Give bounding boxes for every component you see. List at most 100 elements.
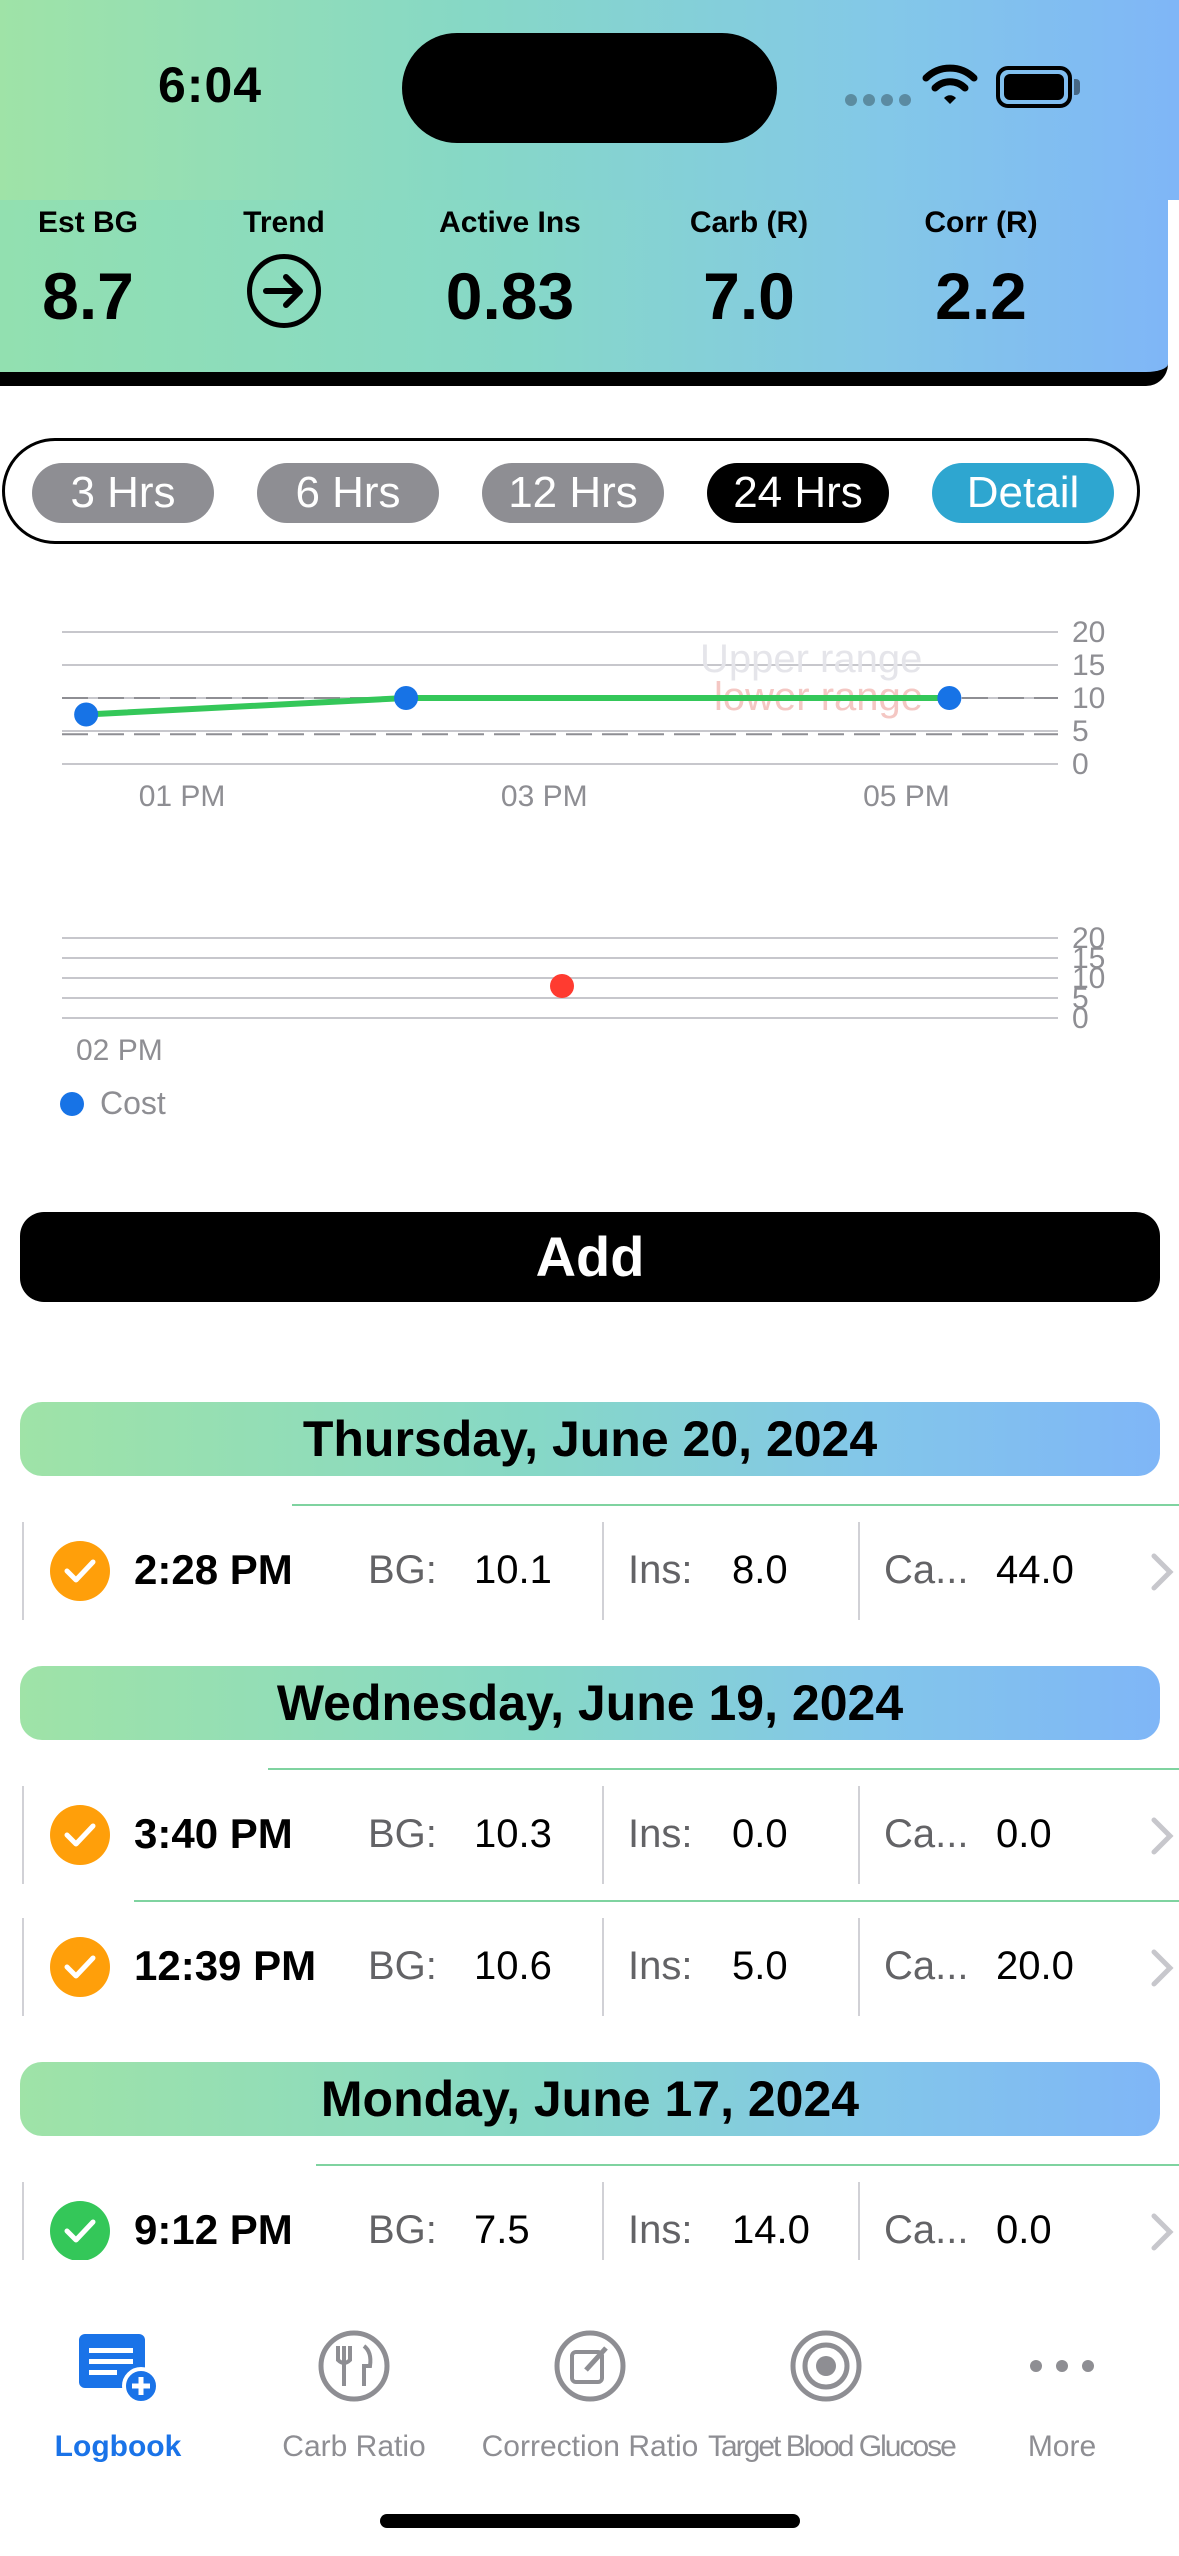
signal-icon (845, 94, 911, 106)
bg-label: BG: (368, 1812, 437, 1856)
y-tick-label: 15 (1072, 649, 1105, 682)
carb-label: Ca... (884, 1944, 969, 1988)
day-header: Thursday, June 20, 2024 (20, 1402, 1160, 1476)
home-indicator (380, 2514, 800, 2528)
tab-label: Target Blood Glucose (708, 2430, 957, 2463)
bg-value: 10.1 (474, 1548, 552, 1592)
row-separator (268, 1768, 1179, 1770)
metric-carb-ratio: Carb (R) 7.0 (674, 200, 824, 334)
range-12-hrs-button[interactable]: 12 Hrs (482, 463, 664, 523)
carb-value: 44.0 (996, 1548, 1074, 1592)
legend-label-cost: Cost (100, 1085, 166, 1121)
cost-chart: 0510152002 PM (62, 922, 1105, 1060)
range-6-hrs-button[interactable]: 6 Hrs (257, 463, 439, 523)
detail-button[interactable]: Detail (932, 463, 1114, 523)
x-tick-label: 02 PM (76, 1034, 163, 1060)
logbook-entry-row[interactable]: 2:28 PM BG: 10.1 Ins: 8.0 Ca... 44.0 (0, 1522, 1179, 1620)
metric-value: 8.7 (42, 259, 134, 333)
metric-label: Est BG (37, 206, 139, 239)
range-selector: 3 Hrs 6 Hrs 12 Hrs 24 Hrs Detail (2, 438, 1140, 544)
bg-value: 10.6 (474, 1944, 552, 1988)
legend-dot (60, 1091, 84, 1116)
tab-bar: Logbook Carb Ratio Correction Ratio Targ… (0, 2260, 1179, 2556)
metric-label: Corr (R) (924, 206, 1038, 239)
range-3-hrs-button[interactable]: 3 Hrs (32, 463, 214, 523)
row-edge (22, 1522, 24, 1620)
bg-data-point (394, 686, 419, 710)
status-time: 6:04 (158, 57, 263, 113)
bg-label: BG: (368, 1548, 437, 1592)
carb-value: 0.0 (996, 2208, 1052, 2252)
chevron-right-icon (1151, 1553, 1174, 1591)
bg-value: 10.3 (474, 1812, 552, 1856)
wifi-icon (922, 64, 978, 104)
cost-data-point (550, 974, 574, 998)
chevron-right-icon (1151, 2213, 1174, 2251)
chart-legend: Cost (60, 1085, 166, 1122)
column-divider (602, 1522, 604, 1620)
y-tick-label: 10 (1072, 682, 1105, 715)
metric-trend: Trend (224, 200, 344, 328)
bg-value: 7.5 (474, 2208, 530, 2252)
entry-time: 12:39 PM (134, 1942, 317, 1989)
tab-label: Correction Ratio (481, 2430, 699, 2463)
chevron-right-icon (1151, 1817, 1174, 1855)
battery-icon (996, 66, 1082, 108)
entry-time: 2:28 PM (134, 1546, 293, 1593)
metric-active-ins: Active Ins 0.83 (420, 200, 600, 334)
status-bar: 6:04 (0, 0, 1179, 200)
tab-carb-ratio[interactable]: Carb Ratio (236, 2260, 472, 2480)
carb-value: 20.0 (996, 1944, 1074, 1988)
tab-correction-ratio[interactable]: Correction Ratio (472, 2260, 708, 2480)
add-button[interactable]: Add (20, 1212, 1160, 1302)
edit-icon (554, 2330, 626, 2402)
bg-data-point (74, 702, 99, 727)
target-icon (790, 2330, 862, 2402)
ins-value: 8.0 (732, 1548, 788, 1592)
y-tick-label: 0 (1072, 748, 1089, 781)
column-divider (858, 1918, 860, 2016)
x-tick-label: 03 PM (501, 780, 588, 813)
column-divider (858, 1786, 860, 1884)
entry-time: 9:12 PM (134, 2206, 293, 2253)
metric-value: 7.0 (703, 259, 795, 333)
ins-label: Ins: (628, 1548, 693, 1592)
ins-value: 5.0 (732, 1944, 788, 1988)
range-24-hrs-button[interactable]: 24 Hrs (707, 463, 889, 523)
fork-knife-icon (318, 2330, 390, 2402)
column-divider (858, 1522, 860, 1620)
metric-est-bg: Est BG 8.7 (28, 200, 148, 334)
checkmark-icon (50, 1805, 110, 1865)
checkmark-icon (50, 2201, 110, 2261)
metric-corr-ratio: Corr (R) 2.2 (906, 200, 1056, 334)
chevron-right-icon (1151, 1949, 1174, 1987)
bg-label: BG: (368, 1944, 437, 1988)
row-separator (292, 1504, 1179, 1506)
y-tick-label: 5 (1072, 715, 1089, 748)
carb-label: Ca... (884, 1812, 969, 1856)
ins-label: Ins: (628, 1944, 693, 1988)
logbook-entry-row[interactable]: 3:40 PM BG: 10.3 Ins: 0.0 Ca... 0.0 (0, 1786, 1179, 1884)
row-edge (22, 1786, 24, 1884)
logbook-entry-row[interactable]: 12:39 PM BG: 10.6 Ins: 5.0 Ca... 20.0 (0, 1918, 1179, 2016)
row-edge (22, 1918, 24, 2016)
more-icon (1030, 2360, 1094, 2372)
tab-target-blood-glucose[interactable]: Target Blood Glucose (708, 2260, 957, 2480)
metric-label: Carb (R) (689, 206, 809, 239)
ins-label: Ins: (628, 1812, 693, 1856)
blood-glucose-chart: 05101520Upper rangelower range01 PM 03 PM… (62, 616, 1105, 813)
checkmark-icon (50, 1541, 110, 1601)
column-divider (602, 1918, 604, 2016)
bg-data-point (937, 686, 962, 710)
row-separator (316, 2164, 1179, 2166)
tab-label: More (1027, 2430, 1097, 2463)
ins-value: 14.0 (732, 2208, 810, 2252)
metric-label: Active Ins (439, 206, 581, 239)
carb-value: 0.0 (996, 1812, 1052, 1856)
tab-logbook[interactable]: Logbook (0, 2260, 236, 2480)
metric-label: Trend (243, 206, 325, 239)
day-header: Wednesday, June 19, 2024 (20, 1666, 1160, 1740)
arrow-right-circle-icon (247, 254, 321, 328)
tab-more[interactable]: More (944, 2260, 1179, 2480)
entry-time: 3:40 PM (134, 1810, 293, 1857)
